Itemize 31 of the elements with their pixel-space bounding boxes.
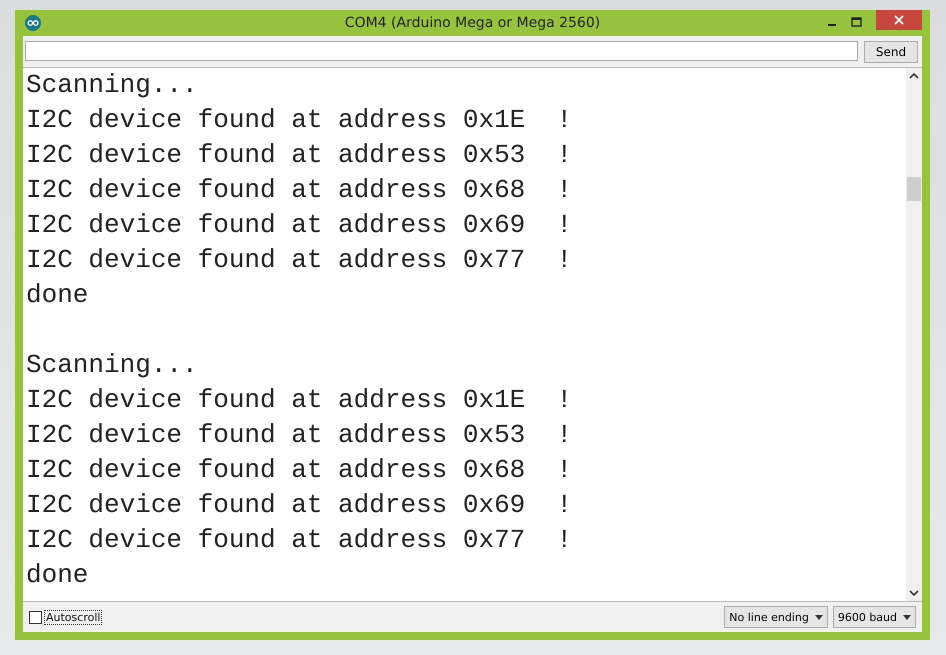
scroll-up-icon[interactable]	[909, 72, 919, 79]
scrollbar[interactable]	[906, 68, 922, 601]
caret-icon	[814, 614, 823, 620]
output-line: I2C device found at address 0x68 !	[26, 454, 574, 487]
autoscroll-checkbox[interactable]	[29, 610, 42, 624]
output-line: done	[26, 279, 90, 312]
output-line: I2C device found at address 0x53 !	[26, 139, 574, 172]
output-line: I2C device found at address 0x68 !	[26, 174, 574, 207]
scrollbar-thumb[interactable]	[907, 177, 921, 201]
scroll-down-icon[interactable]	[909, 590, 919, 597]
output-line: Scanning...	[26, 69, 199, 102]
close-icon	[894, 15, 904, 25]
close-button[interactable]	[876, 10, 922, 30]
caret-icon	[903, 614, 911, 620]
output-line: Scanning...	[26, 349, 199, 382]
output-line: I2C device found at address 0x69 !	[26, 209, 574, 242]
send-button[interactable]: Send	[864, 41, 918, 63]
output-line: done	[26, 559, 90, 592]
maximize-icon[interactable]	[851, 17, 862, 27]
infinity-logo-icon	[25, 15, 41, 31]
output-line: I2C device found at address 0x69 !	[26, 489, 574, 522]
output-line: I2C device found at address 0x53 !	[26, 419, 574, 452]
autoscroll-label[interactable]: Autoscroll	[44, 610, 102, 624]
output-line: I2C device found at address 0x77 !	[26, 524, 574, 557]
window-title: COM4 (Arduino Mega or Mega 2560)	[344, 15, 600, 31]
baud-rate-dropdown[interactable]: 9600 baud	[832, 606, 916, 628]
output-line: I2C device found at address 0x1E !	[26, 104, 574, 137]
input-field[interactable]	[25, 41, 858, 61]
output-line: I2C device found at address 0x77 !	[26, 244, 574, 277]
output-line: I2C device found at address 0x1E !	[26, 384, 574, 417]
line-ending-dropdown[interactable]: No line ending	[724, 606, 828, 628]
